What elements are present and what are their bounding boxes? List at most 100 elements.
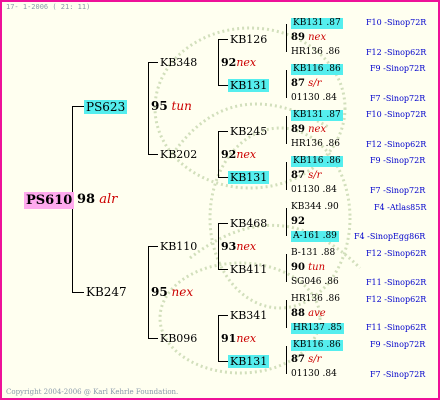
pair-tag: s/r: [308, 170, 322, 181]
queen-g3[interactable]: KB110: [160, 241, 197, 252]
queen-g5[interactable]: HR136 .86: [291, 48, 340, 57]
queen-g3[interactable]: KB348: [160, 57, 197, 68]
connector: [218, 131, 219, 177]
queen-g5[interactable]: KB116 .86: [291, 340, 343, 351]
g5-pair: 87 s/r: [291, 79, 321, 89]
g3-pair: 92nex: [221, 57, 256, 68]
pair-tag: tun: [308, 262, 326, 273]
queen-g5[interactable]: KB131 .87: [291, 18, 343, 29]
pair-tag: nex: [236, 148, 257, 161]
source-code: F12 -Sinop62R: [366, 48, 427, 57]
queen-g4[interactable]: KB131: [228, 355, 270, 368]
source-code: F10 -Sinop72R: [366, 18, 427, 27]
connector: [72, 106, 84, 107]
queen-g5[interactable]: KB116 .86: [291, 64, 343, 75]
queen-g4[interactable]: KB126: [230, 34, 267, 45]
g5-pair: 90 tun: [291, 263, 325, 273]
source-code: F10 -Sinop72R: [366, 110, 427, 119]
queen-g4[interactable]: KB131: [228, 79, 270, 92]
print-date: 17- 1-2006 ( 21: 11): [6, 3, 91, 11]
g2-pair: 95 tun: [151, 100, 192, 112]
connector: [286, 208, 287, 236]
connector: [218, 223, 228, 224]
connector: [148, 246, 158, 247]
pair-number: 93: [221, 240, 237, 253]
queen-g2[interactable]: PS623: [84, 100, 128, 114]
queen-g5[interactable]: KB116 .86: [291, 156, 343, 167]
queen-g5[interactable]: SG046 .86: [291, 278, 339, 287]
pair-number: 95: [151, 285, 168, 299]
root-queen[interactable]: PS610: [24, 192, 75, 209]
source-code: F4 -Atlas85R: [374, 203, 427, 212]
queen-g5[interactable]: B-131 .88: [291, 249, 335, 258]
queen-g5[interactable]: KB131 .87: [291, 110, 343, 121]
queen-g3[interactable]: KB096: [160, 333, 197, 344]
connector: [218, 315, 219, 361]
queen-g3[interactable]: KB202: [160, 149, 197, 160]
queen-g5[interactable]: HR136 .86: [291, 295, 340, 304]
pair-number: 92: [221, 148, 237, 161]
pair-number: 90: [291, 262, 305, 273]
queen-g4[interactable]: KB131: [228, 171, 270, 184]
source-code: F9 -Sinop72R: [370, 64, 426, 73]
connector: [148, 338, 158, 339]
source-code: F9 -Sinop72R: [370, 156, 426, 165]
source-code: F12 -Sinop62R: [366, 140, 427, 149]
queen-g5[interactable]: HR137 .85: [291, 323, 344, 334]
pair-number: 87: [291, 170, 305, 181]
connector: [286, 24, 287, 52]
queen-g2[interactable]: KB247: [86, 286, 127, 298]
source-code: F4 -SinopEgg86R: [354, 232, 426, 241]
source-code: F11 -Sinop62R: [366, 323, 427, 332]
pair-tag: tun: [171, 99, 192, 113]
pair-tag: nex: [236, 332, 257, 345]
connector: [148, 154, 158, 155]
queen-g5[interactable]: HR136 .86: [291, 140, 340, 149]
source-code: F12 -Sinop62R: [366, 249, 427, 258]
queen-g5[interactable]: A-161 .89: [291, 231, 339, 242]
connector: [218, 269, 228, 270]
g3-pair: 91nex: [221, 333, 256, 344]
pair-number: 89: [291, 124, 305, 135]
source-code: F12 -Sinop62R: [366, 295, 427, 304]
pair-tag: nex: [236, 240, 257, 253]
queen-g5[interactable]: KB344 .90: [291, 203, 339, 212]
connector: [218, 177, 228, 178]
g5-pair: 89 nex: [291, 125, 326, 135]
pair-tag: nex: [236, 56, 257, 69]
connector: [286, 300, 287, 328]
connector: [218, 315, 228, 316]
queen-g5[interactable]: 01130 .84: [291, 370, 337, 379]
queen-g4[interactable]: KB341: [230, 310, 267, 321]
connector: [72, 292, 84, 293]
pair-number: 91: [221, 332, 237, 345]
connector: [286, 116, 287, 144]
pair-number: 95: [151, 99, 168, 113]
g5-pair: 87 s/r: [291, 355, 321, 365]
connector: [218, 131, 228, 132]
queen-g5[interactable]: 01130 .84: [291, 186, 337, 195]
pair-number: 92: [221, 56, 237, 69]
g3-pair: 93nex: [221, 241, 256, 252]
queen-g4[interactable]: KB468: [230, 218, 267, 229]
pair-tag: ave: [308, 308, 326, 319]
connector: [148, 246, 149, 338]
pair-number: 89: [291, 32, 305, 43]
pair-number: 87: [291, 354, 305, 365]
connector: [218, 85, 228, 86]
source-code: F7 -Sinop72R: [370, 370, 426, 379]
queen-g4[interactable]: KB245: [230, 126, 267, 137]
connector: [286, 346, 287, 374]
connector: [218, 223, 219, 269]
queen-g5[interactable]: 01130 .84: [291, 94, 337, 103]
pair-tag: nex: [308, 32, 327, 43]
pair-number: 87: [291, 78, 305, 89]
connector: [286, 254, 287, 282]
pair-number: 92: [291, 216, 305, 227]
pair-tag: s/r: [308, 78, 322, 89]
source-code: F11 -Sinop62R: [366, 278, 427, 287]
source-code: F7 -Sinop72R: [370, 94, 426, 103]
root-pair: 98 alr: [77, 193, 117, 206]
connector: [286, 70, 287, 98]
queen-g4[interactable]: KB411: [230, 264, 267, 275]
